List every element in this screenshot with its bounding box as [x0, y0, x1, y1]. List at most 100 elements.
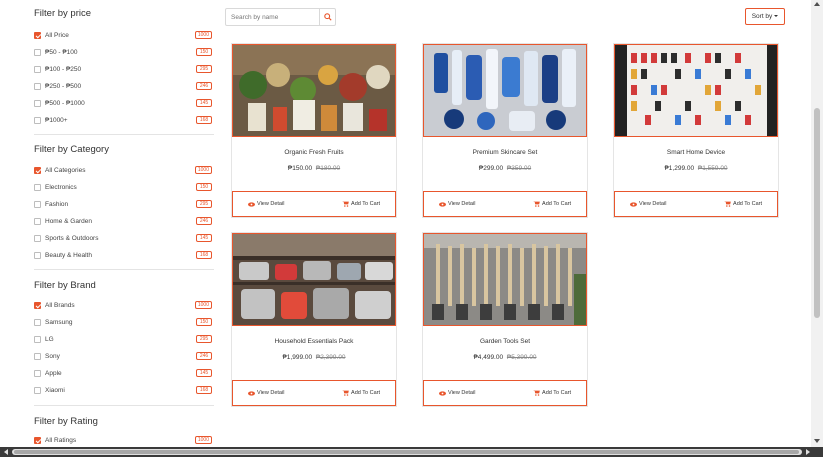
- view-detail-label: View Detail: [257, 390, 285, 396]
- product-card: Smart Home Device ₱1,299.00 ₱1,559.00 Vi…: [613, 43, 779, 218]
- add-to-cart-button[interactable]: Add To Cart: [533, 201, 571, 207]
- scroll-up-arrow-icon[interactable]: [814, 2, 820, 6]
- view-detail-label: View Detail: [448, 201, 476, 207]
- horizontal-scrollbar[interactable]: [0, 447, 823, 457]
- category-option-checkbox[interactable]: [34, 201, 41, 208]
- cart-icon: [342, 201, 349, 207]
- brand-option-apple[interactable]: Apple 145: [34, 365, 214, 382]
- product-actions: View Detail Add To Cart: [232, 380, 396, 406]
- category-option-sports-outdoors[interactable]: Sports & Outdoors 145: [34, 230, 214, 247]
- search-icon: [323, 13, 332, 21]
- horizontal-scroll-thumb[interactable]: [14, 450, 799, 454]
- price-option-checkbox[interactable]: [34, 49, 41, 56]
- product-name: Organic Fresh Fruits: [284, 149, 344, 156]
- category-option-label: Sports & Outdoors: [45, 235, 99, 242]
- price-option-count: 150: [196, 48, 212, 56]
- eye-icon: [630, 201, 637, 207]
- view-detail-button[interactable]: View Detail: [248, 390, 284, 396]
- brand-option-checkbox[interactable]: [34, 319, 41, 326]
- product-image[interactable]: [423, 44, 587, 137]
- product-image[interactable]: [232, 233, 396, 326]
- category-option-checkbox[interactable]: [34, 218, 41, 225]
- current-price: ₱1,299.00: [664, 165, 695, 172]
- price-option-500-1000[interactable]: ₱500 - ₱1000 145: [34, 95, 214, 112]
- price-option-checkbox[interactable]: [34, 83, 41, 90]
- brand-filter-group: Filter by Brand All Brands 1000 Samsung 15…: [34, 279, 214, 399]
- price-option-label: All Price: [45, 32, 69, 39]
- brand-option-count: 150: [196, 318, 212, 326]
- category-option-checkbox[interactable]: [34, 235, 41, 242]
- brand-option-all[interactable]: All Brands 1000: [34, 297, 214, 314]
- brand-option-count: 145: [196, 369, 212, 377]
- product-image[interactable]: [232, 44, 396, 137]
- product-actions: View Detail Add To Cart: [232, 191, 396, 217]
- brand-option-checkbox[interactable]: [34, 353, 41, 360]
- price-option-50-100[interactable]: ₱50 - ₱100 150: [34, 44, 214, 61]
- add-to-cart-button[interactable]: Add To Cart: [724, 201, 762, 207]
- category-option-electronics[interactable]: Electronics 150: [34, 179, 214, 196]
- eye-icon: [248, 390, 255, 396]
- sort-dropdown[interactable]: Sort by: [745, 8, 785, 25]
- category-option-fashion[interactable]: Fashion 295: [34, 196, 214, 213]
- category-filter-group: Filter by Category All Categories 1000 El…: [34, 143, 214, 264]
- eye-icon: [439, 201, 446, 207]
- original-price: ₱180.00: [315, 165, 341, 172]
- vertical-scroll-thumb[interactable]: [814, 108, 820, 318]
- vertical-scrollbar[interactable]: [811, 0, 823, 447]
- product-image[interactable]: [614, 44, 778, 137]
- rating-option-all[interactable]: All Ratings 1000: [34, 432, 214, 447]
- brand-option-count: 295: [196, 335, 212, 343]
- view-detail-button[interactable]: View Detail: [248, 201, 284, 207]
- scroll-right-arrow-icon[interactable]: [806, 449, 810, 455]
- view-detail-label: View Detail: [257, 201, 285, 207]
- brand-option-label: All Brands: [45, 302, 75, 309]
- brand-option-checkbox[interactable]: [34, 336, 41, 343]
- category-option-home-garden[interactable]: Home & Garden 246: [34, 213, 214, 230]
- rating-option-all-checkbox[interactable]: [34, 437, 41, 444]
- original-price: ₱359.00: [506, 165, 532, 172]
- search-button[interactable]: [319, 9, 335, 25]
- category-option-count: 1000: [194, 166, 212, 174]
- add-to-cart-button[interactable]: Add To Cart: [342, 390, 380, 396]
- current-price: ₱1,999.00: [282, 354, 313, 361]
- brand-option-samsung[interactable]: Samsung 150: [34, 314, 214, 331]
- brand-option-label: Xiaomi: [45, 387, 65, 394]
- price-option-checkbox[interactable]: [34, 100, 41, 107]
- brand-option-xiaomi[interactable]: Xiaomi 168: [34, 382, 214, 399]
- price-option-250-500[interactable]: ₱250 - ₱500 246: [34, 78, 214, 95]
- product-price: ₱150.00 ₱180.00: [232, 165, 396, 172]
- category-option-beauty-health[interactable]: Beauty & Health 168: [34, 247, 214, 264]
- brand-option-count: 246: [196, 352, 212, 360]
- price-option-100-250[interactable]: ₱100 - ₱250 295: [34, 61, 214, 78]
- view-detail-button[interactable]: View Detail: [630, 201, 666, 207]
- price-option-all-checkbox[interactable]: [34, 32, 41, 39]
- sort-label: Sort by: [751, 13, 773, 20]
- brand-option-lg[interactable]: LG 295: [34, 331, 214, 348]
- brand-option-checkbox[interactable]: [34, 387, 41, 394]
- category-option-all[interactable]: All Categories 1000: [34, 162, 214, 179]
- view-detail-button[interactable]: View Detail: [439, 390, 475, 396]
- scroll-left-arrow-icon[interactable]: [4, 449, 8, 455]
- brand-option-checkbox[interactable]: [34, 370, 41, 377]
- brand-option-sony[interactable]: Sony 246: [34, 348, 214, 365]
- filter-sidebar: Filter by price All Price 1000 ₱50 - ₱100…: [0, 0, 222, 447]
- price-option-all[interactable]: All Price 1000: [34, 27, 214, 44]
- category-option-all-checkbox[interactable]: [34, 167, 41, 174]
- search-input[interactable]: [226, 9, 319, 25]
- price-option-checkbox[interactable]: [34, 66, 41, 73]
- price-option-1000-plus[interactable]: ₱1000+ 168: [34, 112, 214, 129]
- category-option-checkbox[interactable]: [34, 252, 41, 259]
- view-detail-button[interactable]: View Detail: [439, 201, 475, 207]
- brand-option-count: 1000: [194, 301, 212, 309]
- brand-option-all-checkbox[interactable]: [34, 302, 41, 309]
- add-to-cart-button[interactable]: Add To Cart: [342, 201, 380, 207]
- category-option-count: 145: [196, 234, 212, 242]
- price-option-checkbox[interactable]: [34, 117, 41, 124]
- category-option-label: Home & Garden: [45, 218, 92, 225]
- add-to-cart-button[interactable]: Add To Cart: [533, 390, 571, 396]
- filter-divider: [34, 134, 214, 135]
- product-image[interactable]: [423, 233, 587, 326]
- product-price: ₱1,299.00 ₱1,559.00: [614, 165, 778, 172]
- category-option-checkbox[interactable]: [34, 184, 41, 191]
- scroll-down-arrow-icon[interactable]: [814, 439, 820, 443]
